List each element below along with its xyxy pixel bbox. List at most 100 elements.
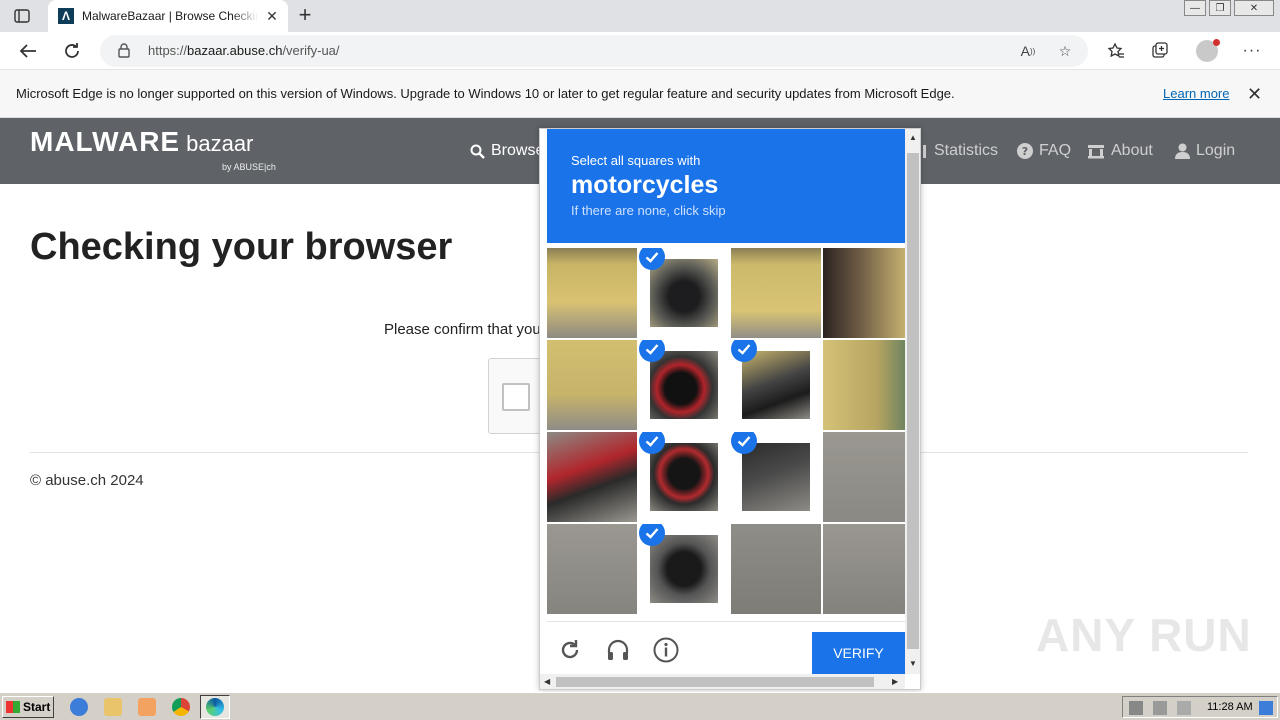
captcha-tile[interactable] [823,432,913,522]
flag-icon[interactable] [1177,701,1191,715]
svg-text:?: ? [1022,145,1028,158]
infobar-close-icon[interactable]: ✕ [1247,84,1262,105]
verify-button[interactable]: VERIFY [812,632,905,674]
scrollbar-thumb[interactable] [556,677,874,687]
info-icon[interactable] [652,636,680,664]
captcha-tile-image [650,351,718,419]
audio-challenge-icon[interactable] [604,636,632,664]
read-aloud-icon[interactable]: A)) [1018,41,1038,61]
start-label: Start [23,700,51,714]
nav-statistics-label: Statistics [934,142,999,159]
windows-taskbar: Start 11:28 AM [0,692,1280,720]
captcha-tile[interactable] [823,248,913,338]
scroll-up-icon[interactable]: ▲ [909,133,917,142]
add-favorite-icon[interactable]: ☆ [1055,41,1075,61]
network-icon[interactable] [1153,701,1167,715]
nav-login[interactable]: Login [1175,142,1235,160]
question-icon: ? [1017,143,1033,159]
folder-icon[interactable] [104,698,122,716]
captcha-tile[interactable] [547,248,637,338]
captcha-tile-image [547,248,637,338]
nav-browse[interactable]: Browse [470,142,544,160]
search-icon [470,144,485,159]
taskbar-edge-active[interactable] [200,695,230,719]
favorites-icon[interactable] [1104,39,1128,63]
unsupported-os-infobar: Microsoft Edge is no longer supported on… [0,70,1280,118]
more-options-icon[interactable]: ··· [1240,39,1264,63]
captcha-tile-image [650,259,718,327]
scrollbar-thumb[interactable] [907,153,919,649]
captcha-tile[interactable] [639,432,729,522]
url-text[interactable]: https://bazaar.abuse.ch/verify-ua/ [148,43,340,58]
nav-faq[interactable]: ? FAQ [1017,142,1071,160]
captcha-tile-image [650,535,718,603]
captcha-tile[interactable] [547,524,637,614]
nav-faq-label: FAQ [1039,142,1072,159]
captcha-tile[interactable] [731,432,821,522]
chrome-icon[interactable] [172,698,190,716]
scroll-left-icon[interactable]: ◀ [544,677,550,686]
nav-about[interactable]: About [1087,142,1153,160]
volume-icon[interactable] [1129,701,1143,715]
captcha-tile[interactable] [731,248,821,338]
collections-icon[interactable] [1148,39,1172,63]
restore-icon[interactable]: ❐ [1209,0,1231,16]
scroll-down-icon[interactable]: ▼ [909,659,917,668]
user-icon [1175,143,1190,159]
logo-main-text: MALWARE [30,126,181,157]
tab-close-icon[interactable]: ✕ [264,8,280,24]
back-icon[interactable] [16,39,40,63]
captcha-tile[interactable] [547,340,637,430]
captcha-tile-image [823,248,913,338]
captcha-tile-image [742,443,810,511]
nav-browse-label: Browse [491,142,545,159]
captcha-tile-image [547,340,637,430]
ie-icon[interactable] [70,698,88,716]
captcha-header: Select all squares with motorcycles If t… [547,129,905,243]
windows-logo-icon [6,701,20,713]
captcha-tile[interactable] [731,524,821,614]
minimize-icon[interactable]: — [1184,0,1206,16]
captcha-tile[interactable] [639,248,729,338]
browser-toolbar: https://bazaar.abuse.ch/verify-ua/ A)) ☆… [0,32,1280,70]
captcha-checkbox[interactable] [502,383,530,411]
captcha-tile[interactable] [823,524,913,614]
anyrun-watermark: ANY RUN [1036,609,1252,661]
captcha-vertical-scrollbar[interactable]: ▲ ▼ [905,129,920,674]
logo-by-text: by ABUSE|ch [222,162,276,172]
captcha-tile-image [650,443,718,511]
captcha-tile[interactable] [639,340,729,430]
infobar-message: Microsoft Edge is no longer supported on… [16,86,955,101]
media-player-icon[interactable] [138,698,156,716]
captcha-tile-image [823,340,913,430]
learn-more-link[interactable]: Learn more [1163,86,1229,101]
tab-actions-icon[interactable] [10,6,34,26]
show-desktop-icon[interactable] [1259,701,1273,715]
captcha-tile-image [731,524,821,614]
captcha-tile[interactable] [731,340,821,430]
captcha-tile[interactable] [823,340,913,430]
captcha-footer: VERIFY [547,621,905,674]
profile-avatar[interactable] [1196,39,1220,62]
address-bar[interactable]: https://bazaar.abuse.ch/verify-ua/ A)) ☆ [100,35,1088,67]
scroll-right-icon[interactable]: ▶ [892,677,898,686]
site-logo[interactable]: MALWARE bazaar by ABUSE|ch [30,126,276,172]
refresh-icon[interactable] [60,39,84,63]
captcha-horizontal-scrollbar[interactable]: ◀ ▶ [540,674,905,689]
captcha-tile-image [823,432,913,522]
tab-title: MalwareBazaar | Browse Checking your bro… [82,9,258,23]
browser-tab-active[interactable]: Λ MalwareBazaar | Browse Checking your b… [48,0,288,32]
lock-icon[interactable] [118,43,130,63]
confirm-text: Please confirm that you are human [384,321,539,338]
nav-statistics[interactable]: Statistics [912,142,998,160]
new-tab-icon[interactable]: + [294,4,316,26]
reload-icon[interactable] [556,636,584,664]
start-button[interactable]: Start [2,696,54,718]
captcha-tile[interactable] [547,432,637,522]
captcha-tile[interactable] [639,524,729,614]
captcha-target: motorcycles [571,171,719,199]
logo-sub-text: bazaar [186,131,254,156]
malwarebazaar-favicon-icon: Λ [58,8,74,24]
footer-copyright: © abuse.ch 2024 [30,472,144,489]
window-close-icon[interactable]: ✕ [1234,0,1274,16]
